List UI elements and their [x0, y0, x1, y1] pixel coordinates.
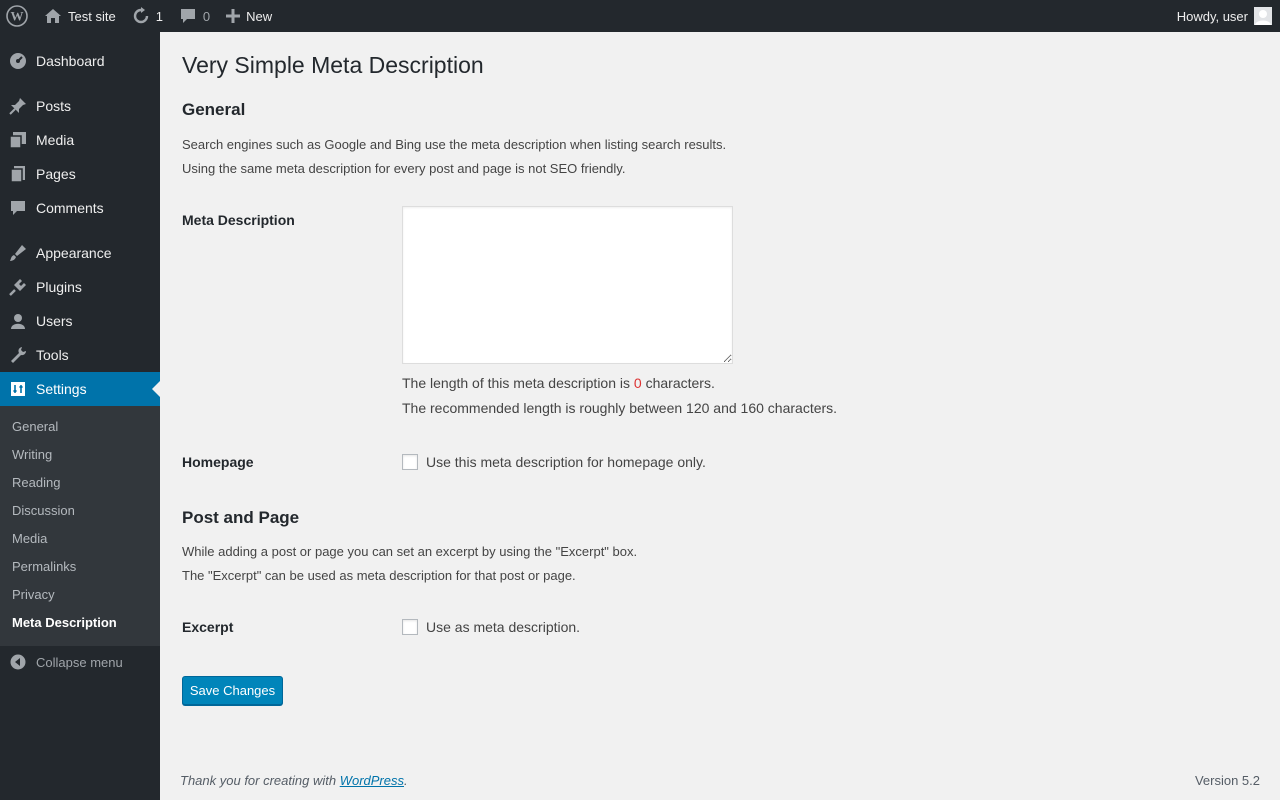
menu-pages[interactable]: Pages — [0, 157, 160, 191]
new-label: New — [246, 8, 273, 24]
submenu-privacy[interactable]: Privacy — [12, 587, 55, 602]
length-prefix: The length of this meta description is — [402, 375, 634, 391]
length-suffix: characters. — [641, 375, 715, 391]
page-title: Very Simple Meta Description — [182, 52, 484, 78]
menu-label: Dashboard — [36, 53, 105, 69]
comments-count: 0 — [202, 8, 211, 24]
footer-thanks-suffix: . — [404, 773, 408, 788]
menu-comments[interactable]: Comments — [0, 191, 160, 225]
submenu-reading[interactable]: Reading — [12, 475, 60, 490]
avatar — [1254, 7, 1272, 25]
post-page-description-line1: While adding a post or page you can set … — [182, 544, 638, 559]
menu-appearance[interactable]: Appearance — [0, 236, 160, 270]
updates-link[interactable]: 1 — [124, 0, 171, 32]
submenu-discussion[interactable]: Discussion — [12, 503, 75, 518]
menu-label: Users — [36, 313, 73, 329]
length-count: 0 — [633, 375, 642, 391]
version-text: Version 5.2 — [1194, 773, 1260, 788]
settings-submenu: General Writing Reading Discussion Media… — [0, 406, 160, 646]
save-changes-button[interactable]: Save Changes — [182, 676, 283, 705]
menu-users[interactable]: Users — [0, 304, 160, 338]
excerpt-label: Excerpt — [182, 619, 234, 635]
comment-icon — [0, 198, 36, 218]
brush-icon — [0, 243, 36, 263]
svg-text:W: W — [11, 9, 24, 24]
menu-dashboard[interactable]: Dashboard — [0, 44, 160, 78]
menu-label: Tools — [36, 347, 69, 363]
menu-label: Appearance — [36, 245, 112, 261]
menu-label: Plugins — [36, 279, 82, 295]
excerpt-checkbox-label[interactable]: Use as meta description. — [426, 619, 580, 635]
submenu-media[interactable]: Media — [12, 531, 47, 546]
new-content-link[interactable]: New — [218, 0, 280, 32]
dashboard-icon — [0, 51, 36, 71]
homepage-label: Homepage — [182, 454, 254, 470]
main-content: Very Simple Meta Description General Sea… — [160, 32, 1280, 800]
general-heading: General — [182, 100, 246, 119]
recommended-length: The recommended length is roughly betwee… — [402, 400, 838, 416]
media-icon — [0, 130, 36, 150]
collapse-label: Collapse menu — [36, 654, 123, 670]
site-name-link[interactable]: Test site — [36, 0, 124, 32]
menu-label: Media — [36, 132, 75, 148]
collapse-arrow-icon — [0, 654, 36, 670]
wordpress-logo-icon[interactable]: W — [0, 0, 36, 32]
comment-icon — [179, 8, 197, 24]
submenu-meta-description[interactable]: Meta Description — [12, 615, 117, 630]
howdy-text: Howdy, user — [1176, 8, 1248, 24]
length-info: The length of this meta description is 0… — [402, 375, 715, 391]
collapse-menu-button[interactable]: Collapse menu — [0, 650, 160, 674]
excerpt-option: Use as meta description. — [402, 619, 580, 635]
my-account[interactable]: Howdy, user — [1177, 7, 1280, 25]
submenu-general[interactable]: General — [12, 419, 58, 434]
general-description-line1: Search engines such as Google and Bing u… — [182, 137, 727, 152]
submenu-permalinks[interactable]: Permalinks — [12, 559, 76, 574]
post-page-description-line2: The "Excerpt" can be used as meta descri… — [182, 568, 576, 583]
plus-icon — [226, 9, 241, 23]
homepage-checkbox-label[interactable]: Use this meta description for homepage o… — [426, 454, 706, 470]
excerpt-checkbox[interactable] — [402, 619, 418, 635]
site-name: Test site — [68, 8, 116, 24]
pages-icon — [0, 164, 36, 184]
pin-icon — [0, 96, 36, 116]
plugin-icon — [0, 277, 36, 297]
updates-count: 1 — [155, 8, 163, 24]
updates-icon — [132, 7, 150, 25]
post-page-heading: Post and Page — [182, 508, 300, 527]
user-icon — [0, 311, 36, 331]
footer-thanks-prefix: Thank you for creating with — [180, 773, 340, 788]
menu-label: Comments — [36, 200, 104, 216]
admin-bar: W Test site 1 0 New Howdy, user — [0, 0, 1280, 32]
menu-media[interactable]: Media — [0, 123, 160, 157]
menu-posts[interactable]: Posts — [0, 89, 160, 123]
comments-link[interactable]: 0 — [171, 0, 218, 32]
homepage-option: Use this meta description for homepage o… — [402, 454, 706, 470]
menu-plugins[interactable]: Plugins — [0, 270, 160, 304]
meta-description-textarea[interactable] — [402, 206, 733, 364]
menu-label: Posts — [36, 98, 72, 114]
wordpress-link[interactable]: WordPress — [340, 773, 404, 788]
meta-description-label: Meta Description — [182, 212, 295, 228]
footer-thanks: Thank you for creating with WordPress. — [180, 773, 408, 788]
submenu-writing[interactable]: Writing — [12, 447, 52, 462]
menu-tools[interactable]: Tools — [0, 338, 160, 372]
menu-label: Settings — [36, 381, 87, 397]
menu-label: Pages — [36, 166, 76, 182]
menu-settings[interactable]: Settings — [0, 372, 160, 406]
homepage-checkbox[interactable] — [402, 454, 418, 470]
home-icon — [44, 8, 62, 24]
wrench-icon — [0, 345, 36, 365]
settings-icon — [0, 379, 36, 399]
general-description-line2: Using the same meta description for ever… — [182, 161, 626, 176]
admin-menu: Dashboard Posts Media Pages Comments App… — [0, 32, 160, 800]
